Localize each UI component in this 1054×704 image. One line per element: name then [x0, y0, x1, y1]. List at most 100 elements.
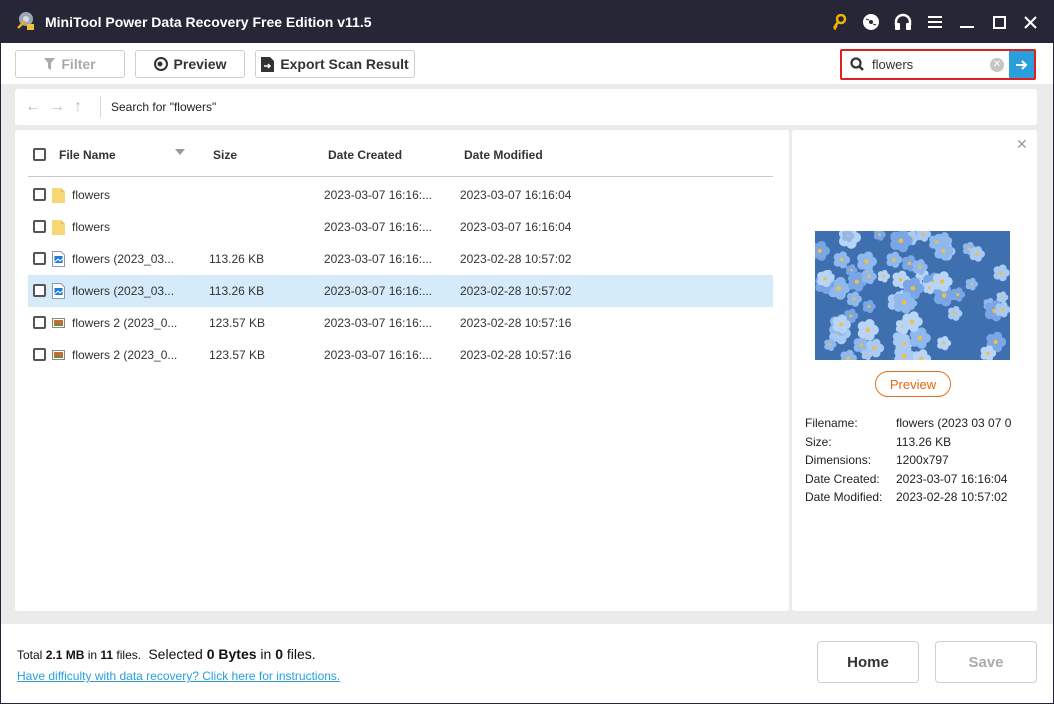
- date-created: 2023-03-07 16:16:...: [324, 348, 433, 362]
- column-header-date-created[interactable]: Date Created: [328, 148, 402, 162]
- info-value-size: 113.26 KB: [896, 435, 952, 449]
- info-value-dimensions: 1200x797: [896, 453, 949, 467]
- column-header-date-modified[interactable]: Date Modified: [464, 148, 543, 162]
- clear-search-icon[interactable]: ✕: [990, 58, 1004, 72]
- selected-size: 0 Bytes: [206, 646, 257, 662]
- photo-file-icon: [52, 347, 65, 363]
- key-icon[interactable]: [828, 11, 850, 33]
- table-row[interactable]: flowers (2023_03... 113.26 KB 2023-03-07 1…: [28, 275, 773, 307]
- selected-mid: in: [256, 646, 276, 662]
- preview-panel: ✕ Preview Filename: flowers (2023 03 07 …: [792, 130, 1037, 611]
- select-all-checkbox[interactable]: [33, 148, 46, 161]
- info-label-date-modified: Date Modified:: [805, 490, 883, 504]
- export-scan-result-button[interactable]: Export Scan Result: [255, 50, 415, 78]
- file-size: 113.26 KB: [209, 252, 265, 266]
- date-modified: 2023-02-28 10:57:02: [460, 252, 572, 266]
- date-modified: 2023-02-28 10:57:16: [460, 316, 572, 330]
- selected-prefix: Selected: [148, 646, 207, 662]
- date-modified: 2023-03-07 16:16:04: [460, 220, 572, 234]
- filter-button[interactable]: Filter: [15, 50, 125, 78]
- header-divider: [28, 176, 773, 177]
- file-name: flowers: [72, 188, 111, 202]
- eye-icon: [153, 57, 168, 71]
- close-icon[interactable]: [1019, 11, 1041, 33]
- info-value-filename: flowers (2023 03 07 0: [896, 416, 1012, 430]
- info-value-date-created: 2023-03-07 16:16:04: [896, 472, 1008, 486]
- selected-files: 0: [275, 646, 283, 662]
- total-mid: in: [84, 648, 101, 662]
- table-row[interactable]: flowers 2 (2023_0... 123.57 KB 2023-03-07 …: [28, 339, 773, 371]
- preview-toolbar-label: Preview: [173, 56, 227, 72]
- preview-button[interactable]: Preview: [875, 371, 951, 397]
- preview-toolbar-button[interactable]: Preview: [135, 50, 245, 78]
- file-size: 123.57 KB: [209, 316, 266, 330]
- home-button[interactable]: Home: [817, 641, 919, 683]
- table-row[interactable]: flowers 2023-03-07 16:16:... 2023-03-07 16…: [28, 179, 773, 211]
- table-row[interactable]: flowers 2023-03-07 16:16:... 2023-03-07 16…: [28, 211, 773, 243]
- nav-separator: [100, 96, 101, 118]
- footer-stats: Total 2.1 MB in 11 files. Selected 0 Byt…: [17, 646, 316, 662]
- row-checkbox[interactable]: [33, 220, 46, 233]
- sort-down-icon[interactable]: [175, 149, 185, 155]
- export-icon: [261, 56, 275, 72]
- menu-icon[interactable]: [924, 11, 946, 33]
- app-logo-icon: [15, 10, 37, 32]
- date-modified: 2023-02-28 10:57:16: [460, 348, 572, 362]
- date-created: 2023-03-07 16:16:...: [324, 316, 433, 330]
- file-name: flowers (2023_03...: [72, 252, 175, 266]
- total-size: 2.1 MB: [45, 648, 85, 662]
- info-label-filename: Filename:: [805, 416, 858, 430]
- total-prefix: Total: [17, 648, 46, 662]
- column-header-file-name[interactable]: File Name: [59, 148, 116, 162]
- row-checkbox[interactable]: [33, 348, 46, 361]
- row-checkbox[interactable]: [33, 284, 46, 297]
- toolbar: Filter Preview Export Scan Result ✕: [1, 43, 1053, 84]
- date-modified: 2023-03-07 16:16:04: [460, 188, 572, 202]
- folder-icon: [52, 187, 65, 203]
- close-preview-icon[interactable]: ✕: [1016, 136, 1028, 153]
- column-header-size[interactable]: Size: [213, 148, 237, 162]
- total-suffix: files.: [113, 648, 142, 662]
- search-go-button[interactable]: [1009, 51, 1034, 78]
- help-link[interactable]: Have difficulty with data recovery? Clic…: [17, 669, 340, 683]
- photo-file-icon: [52, 315, 65, 331]
- date-modified: 2023-02-28 10:57:02: [460, 284, 572, 298]
- file-size: 123.57 KB: [209, 348, 266, 362]
- info-label-dimensions: Dimensions:: [805, 453, 872, 467]
- row-checkbox[interactable]: [33, 316, 46, 329]
- up-arrow-icon[interactable]: ↑: [74, 98, 82, 116]
- selected-suffix: files.: [283, 646, 316, 662]
- headphones-icon[interactable]: [892, 11, 914, 33]
- back-arrow-icon[interactable]: ←: [25, 98, 41, 116]
- minimize-icon[interactable]: [956, 11, 978, 33]
- maximize-icon[interactable]: [988, 11, 1010, 33]
- row-checkbox[interactable]: [33, 252, 46, 265]
- image-file-icon: [52, 283, 65, 299]
- forward-arrow-icon[interactable]: →: [49, 98, 65, 116]
- filter-icon: [44, 58, 56, 70]
- file-name: flowers: [72, 220, 111, 234]
- row-checkbox[interactable]: [33, 188, 46, 201]
- folder-icon: [52, 219, 65, 235]
- file-list-panel: File Name Size Date Created Date Modifie…: [15, 130, 789, 611]
- file-name: flowers 2 (2023_0...: [72, 348, 178, 362]
- file-name: flowers (2023_03...: [72, 284, 175, 298]
- filter-label: Filter: [61, 56, 96, 72]
- info-label-date-created: Date Created:: [805, 472, 880, 486]
- date-created: 2023-03-07 16:16:...: [324, 188, 433, 202]
- save-button[interactable]: Save: [935, 641, 1037, 683]
- preview-thumbnail: [815, 231, 1010, 360]
- date-created: 2023-03-07 16:16:...: [324, 220, 433, 234]
- table-row[interactable]: flowers 2 (2023_0... 123.57 KB 2023-03-07 …: [28, 307, 773, 339]
- export-label: Export Scan Result: [280, 56, 409, 72]
- window-title: MiniTool Power Data Recovery Free Editio…: [45, 14, 372, 30]
- disc-icon[interactable]: [860, 11, 882, 33]
- search-input[interactable]: [872, 55, 992, 74]
- arrow-right-icon: [1016, 59, 1028, 70]
- search-icon: [850, 57, 864, 71]
- navigation-bar: ← → ↑ Search for "flowers": [15, 89, 1037, 125]
- title-bar: MiniTool Power Data Recovery Free Editio…: [1, 1, 1053, 43]
- date-created: 2023-03-07 16:16:...: [324, 252, 433, 266]
- info-value-date-modified: 2023-02-28 10:57:02: [896, 490, 1008, 504]
- table-row[interactable]: flowers (2023_03... 113.26 KB 2023-03-07 1…: [28, 243, 773, 275]
